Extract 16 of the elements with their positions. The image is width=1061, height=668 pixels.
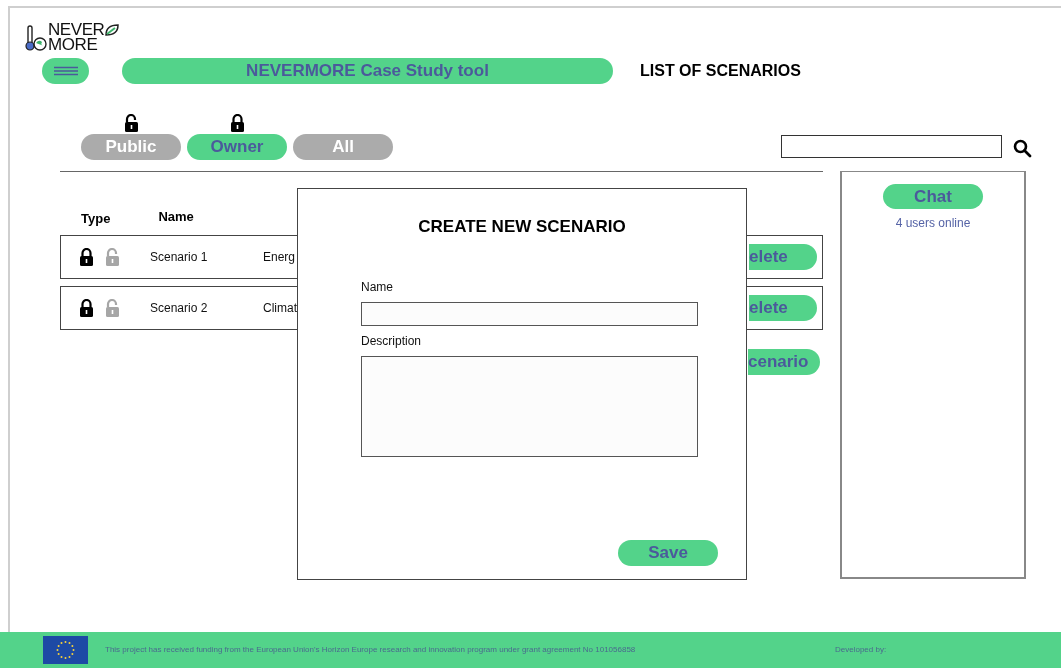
funding-note: This project has received funding from the European Union's Horizon Europe research and innovation program under grant agreement No 101056858 <box>105 644 637 656</box>
field-label: Name <box>361 278 394 296</box>
field-label: Description <box>361 332 423 350</box>
logo-text: NEVER <box>48 22 105 37</box>
table-cell-text: Scenario 2 <box>150 300 209 317</box>
logo-text: MORE <box>48 37 99 52</box>
column-header: Type <box>81 209 111 228</box>
app-title-bar: NEVERMORE Case Study tool <box>122 58 613 84</box>
developed-by-label: Developed by: <box>835 644 887 656</box>
table-cell-text: Scenario 1 <box>150 249 209 266</box>
table-cell-text: Energ <box>263 249 296 266</box>
dialog-title: CREATE NEW SCENARIO <box>418 216 626 238</box>
table-cell-text: Climat <box>263 300 297 317</box>
page-heading: LIST OF SCENARIOS <box>640 61 801 81</box>
online-users-text: 4 users online <box>895 215 971 232</box>
column-header: Name <box>158 208 194 227</box>
